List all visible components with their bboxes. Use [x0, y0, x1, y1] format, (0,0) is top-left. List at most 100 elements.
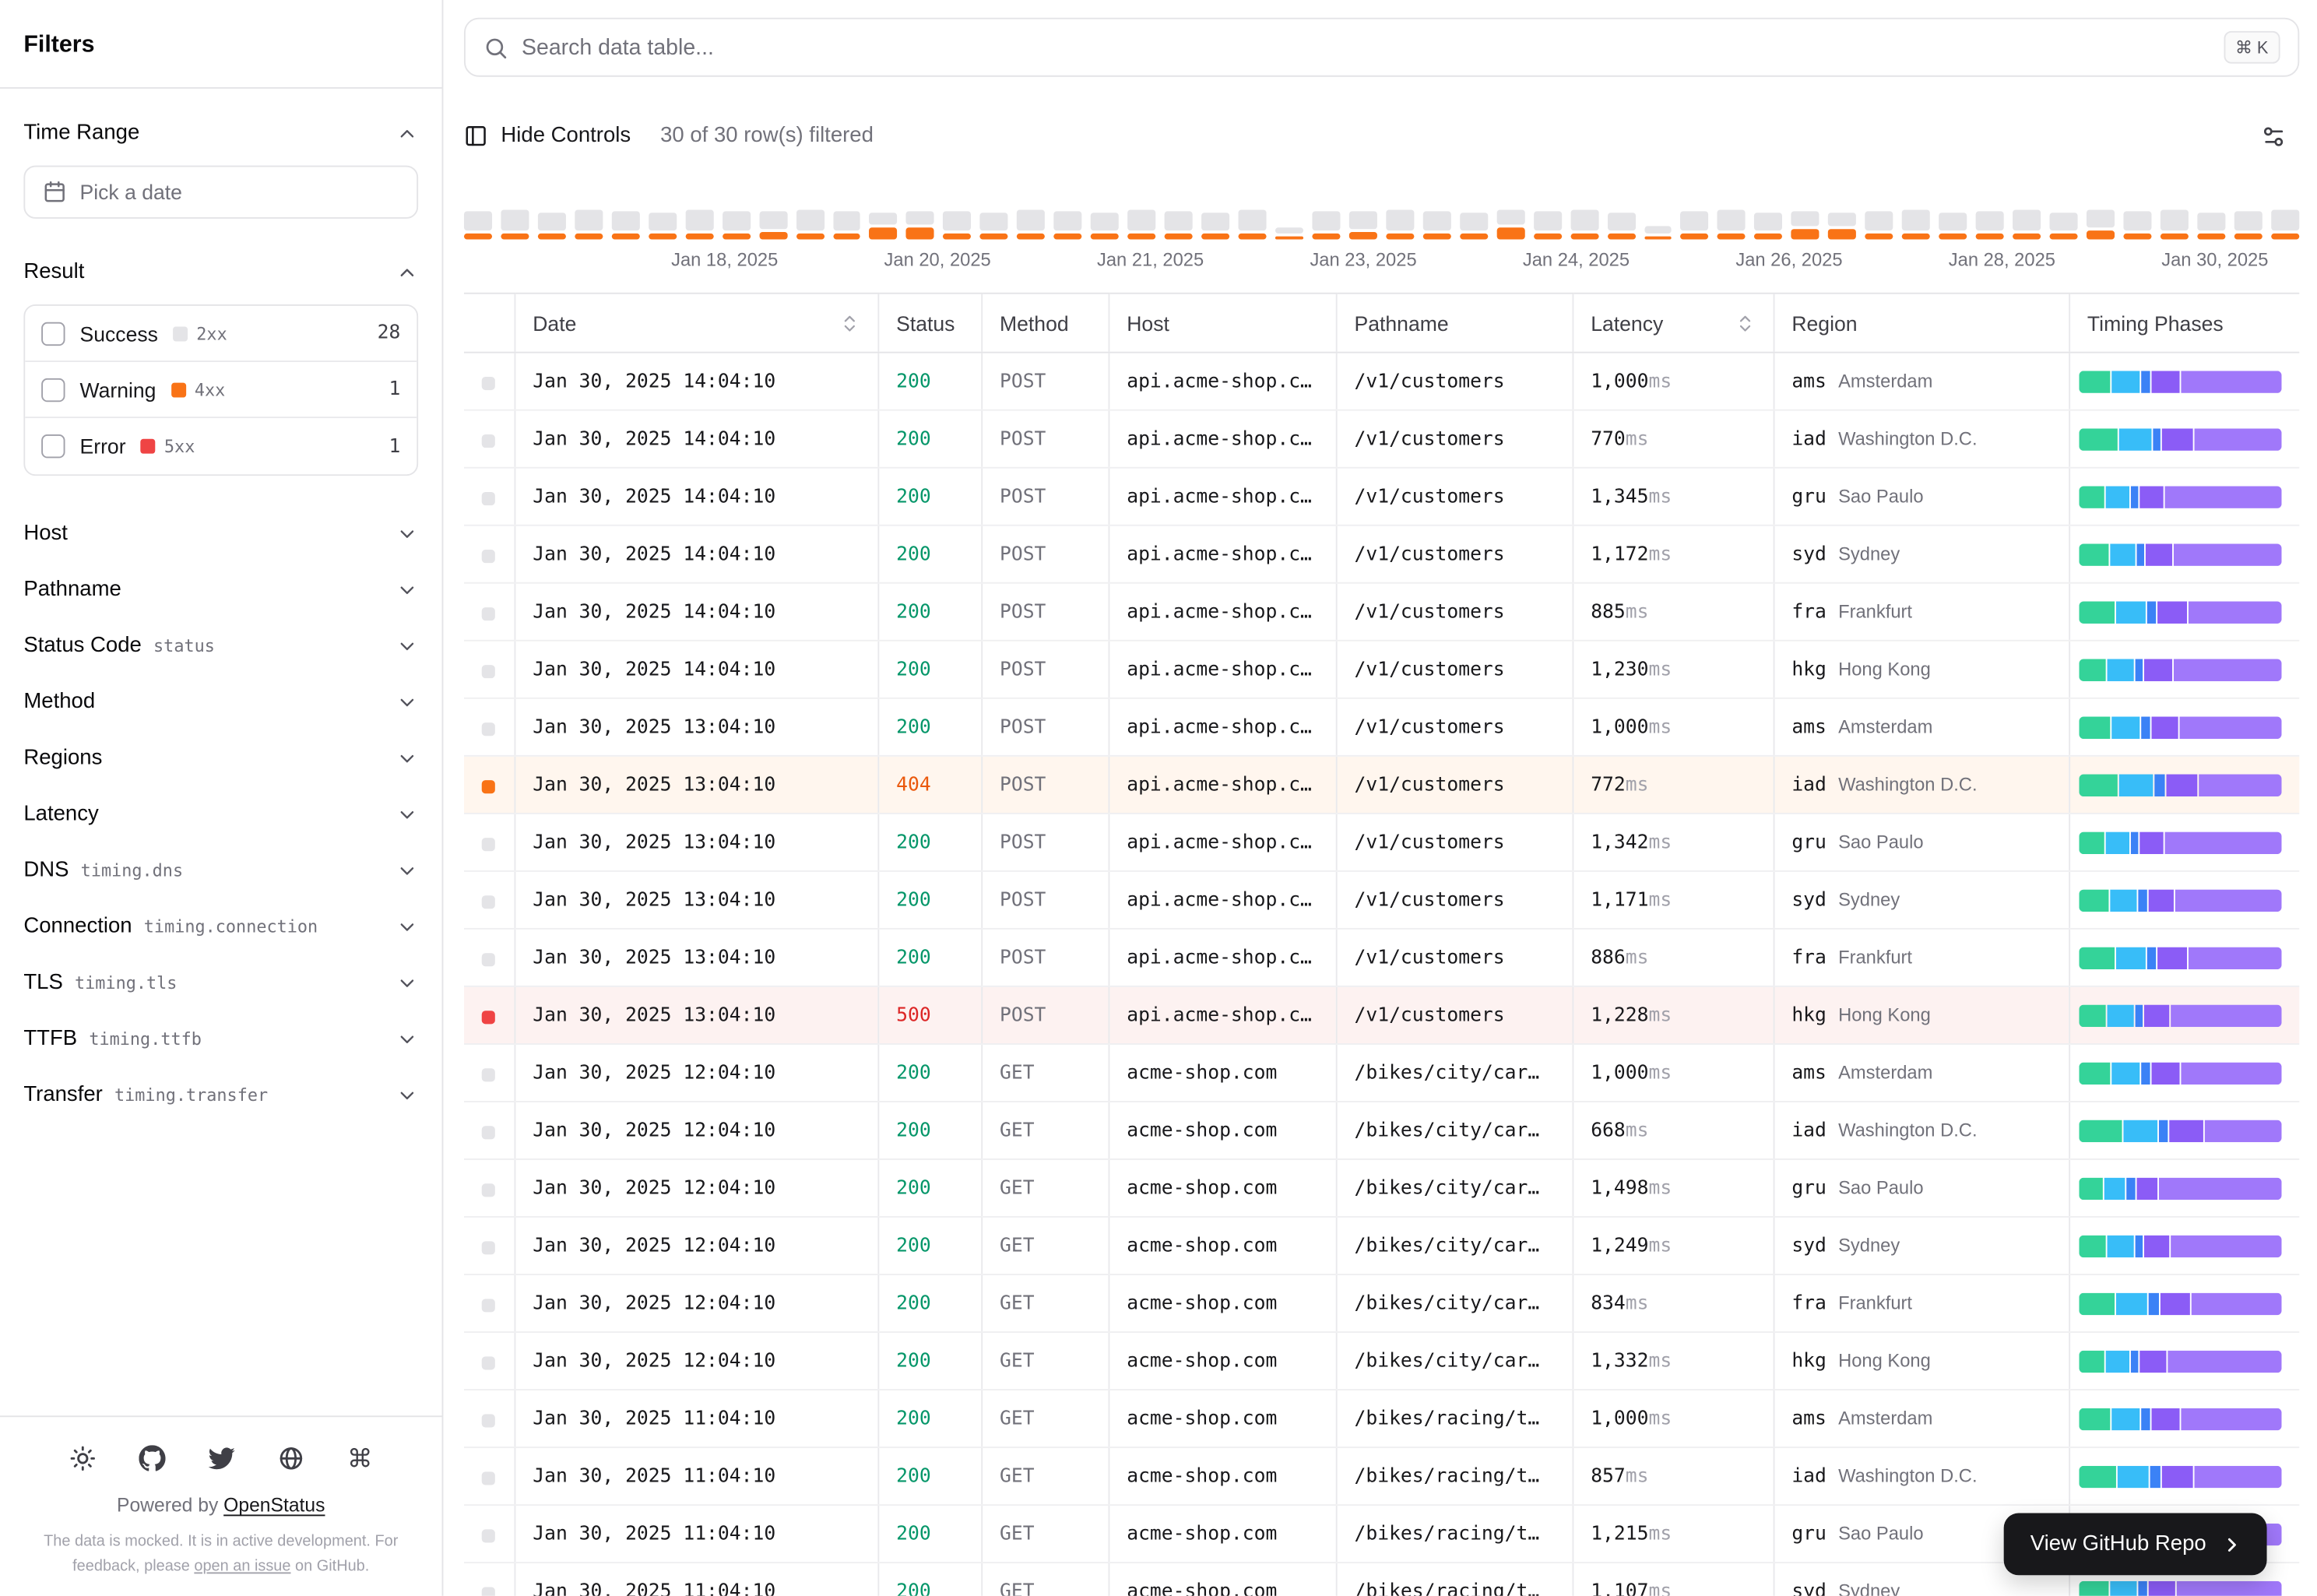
table-row[interactable]: Jan 30, 2025 14:04:10 200 POST api.acme-sho…	[463, 410, 2300, 469]
timeline-bar[interactable]	[1385, 209, 1414, 240]
open-issue-link[interactable]: open an issue	[194, 1557, 290, 1575]
timeline-bar[interactable]	[1275, 227, 1303, 240]
timeline-bar[interactable]	[1533, 211, 1562, 240]
table-row[interactable]: Jan 30, 2025 11:04:10 200 GET acme-shop.com…	[463, 1390, 2300, 1449]
timeline-bar[interactable]	[796, 209, 824, 240]
timeline-bar[interactable]	[1238, 209, 1267, 240]
filter-section-host[interactable]: Host	[23, 505, 418, 561]
filter-section-pathname[interactable]: Pathname	[23, 561, 418, 617]
table-row[interactable]: Jan 30, 2025 13:04:10 200 POST api.acme-sho…	[463, 698, 2300, 757]
timeline-bar[interactable]	[1017, 209, 1046, 240]
table-row[interactable]: Jan 30, 2025 12:04:10 200 GET acme-shop.com…	[463, 1158, 2300, 1218]
timeline-bar[interactable]	[1164, 211, 1193, 240]
filter-section-connection[interactable]: Connection timing.connection	[23, 898, 418, 954]
openstatus-link[interactable]: OpenStatus	[223, 1495, 325, 1517]
result-option-success[interactable]: Success 2xx 28	[25, 305, 417, 363]
timeline-bar[interactable]	[2123, 211, 2152, 240]
filter-section-method[interactable]: Method	[23, 673, 418, 729]
timeline-bar[interactable]	[1754, 213, 1783, 240]
column-header-status[interactable]: Status	[877, 292, 982, 353]
table-row[interactable]: Jan 30, 2025 13:04:10 404 POST api.acme-sho…	[463, 755, 2300, 814]
timeline-bar[interactable]	[575, 209, 603, 240]
timeline-bar[interactable]	[980, 213, 1008, 240]
sort-icon[interactable]	[1734, 312, 1755, 333]
timeline-bar[interactable]	[1680, 211, 1709, 240]
timeline-bar[interactable]	[1939, 213, 1967, 240]
filter-section-tls[interactable]: TLS timing.tls	[23, 954, 418, 1011]
table-row[interactable]: Jan 30, 2025 12:04:10 200 GET acme-shop.com…	[463, 1332, 2300, 1391]
filter-section-latency[interactable]: Latency	[23, 786, 418, 842]
checkbox[interactable]	[41, 321, 65, 346]
timeline-bar[interactable]	[2196, 213, 2225, 240]
timeline-bar[interactable]	[2234, 211, 2263, 240]
result-option-warning[interactable]: Warning 4xx 1	[25, 362, 417, 419]
timeline-bar[interactable]	[1607, 213, 1636, 240]
timeline-bar[interactable]	[2049, 213, 2078, 240]
table-row[interactable]: Jan 30, 2025 14:04:10 200 POST api.acme-sho…	[463, 640, 2300, 699]
table-row[interactable]: Jan 30, 2025 12:04:10 200 GET acme-shop.com…	[463, 1274, 2300, 1333]
hide-controls-button[interactable]: Hide Controls	[464, 124, 631, 148]
table-row[interactable]: Jan 30, 2025 13:04:10 200 POST api.acme-sho…	[463, 928, 2300, 987]
timeline-bar[interactable]	[1902, 209, 1931, 240]
timeline-bar[interactable]	[758, 211, 787, 240]
timeline-bar[interactable]	[2270, 209, 2299, 240]
filter-section-result[interactable]: Result	[23, 242, 418, 301]
search-input[interactable]	[521, 34, 2210, 60]
timeline-bar[interactable]	[1496, 209, 1525, 240]
column-header-pathname[interactable]: Pathname	[1334, 292, 1573, 353]
table-row[interactable]: Jan 30, 2025 13:04:10 500 POST api.acme-sho…	[463, 986, 2300, 1045]
table-row[interactable]: Jan 30, 2025 11:04:10 200 GET acme-shop.com…	[463, 1447, 2300, 1506]
timeline-bar[interactable]	[611, 211, 640, 240]
timeline-bar[interactable]	[2013, 209, 2041, 240]
timeline-bar[interactable]	[1201, 213, 1230, 240]
timeline-bar[interactable]	[943, 211, 972, 240]
timeline-bar[interactable]	[2160, 209, 2189, 240]
table-row[interactable]: Jan 30, 2025 14:04:10 200 POST api.acme-sho…	[463, 352, 2300, 411]
table-row[interactable]: Jan 30, 2025 12:04:10 200 GET acme-shop.com…	[463, 1217, 2300, 1275]
timeline-bar[interactable]	[722, 211, 751, 240]
table-row[interactable]: Jan 30, 2025 12:04:10 200 GET acme-shop.com…	[463, 1043, 2300, 1102]
filter-section-transfer[interactable]: Transfer timing.transfer	[23, 1067, 418, 1123]
globe-icon[interactable]	[276, 1444, 305, 1474]
column-header-region[interactable]: Region	[1772, 292, 2069, 353]
filter-section-status-code[interactable]: Status Code status	[23, 617, 418, 673]
column-header-timing-phases[interactable]: Timing Phases	[2068, 292, 2300, 353]
github-icon[interactable]	[137, 1444, 167, 1474]
timeline-bar[interactable]	[1828, 213, 1857, 240]
timeline-bar[interactable]	[832, 211, 861, 240]
timeline-bar[interactable]	[1570, 209, 1598, 240]
theme-icon[interactable]	[67, 1444, 97, 1474]
timeline-bar[interactable]	[1459, 213, 1488, 240]
column-header-date[interactable]: Date	[513, 292, 878, 353]
timeline-bar[interactable]	[869, 213, 898, 240]
filter-section-ttfb[interactable]: TTFB timing.ttfb	[23, 1011, 418, 1067]
command-icon[interactable]: ⌘	[345, 1444, 374, 1474]
timeline-bar[interactable]	[685, 209, 714, 240]
timeline-bar[interactable]	[1422, 211, 1451, 240]
timeline-bar[interactable]	[1091, 213, 1120, 240]
sort-icon[interactable]	[839, 312, 860, 333]
timeline-bar[interactable]	[648, 213, 677, 240]
column-header-method[interactable]: Method	[980, 292, 1109, 353]
filter-section-regions[interactable]: Regions	[23, 730, 418, 786]
twitter-icon[interactable]	[206, 1444, 236, 1474]
timeline-bar[interactable]	[1348, 211, 1377, 240]
view-options-button[interactable]	[2246, 109, 2299, 162]
timeline-bar[interactable]	[2086, 209, 2115, 240]
timeline-bar[interactable]	[1865, 211, 1893, 240]
timeline-bar[interactable]	[1312, 211, 1341, 240]
timeline-bar[interactable]	[463, 211, 492, 240]
filter-section-dns[interactable]: DNS timing.dns	[23, 842, 418, 898]
table-row[interactable]: Jan 30, 2025 14:04:10 200 POST api.acme-sho…	[463, 525, 2300, 584]
column-header-host[interactable]: Host	[1107, 292, 1336, 353]
timeline-bar[interactable]	[537, 213, 566, 240]
table-row[interactable]: Jan 30, 2025 13:04:10 200 POST api.acme-sho…	[463, 813, 2300, 872]
view-github-repo-button[interactable]: View GitHub Repo	[2003, 1513, 2267, 1576]
checkbox[interactable]	[41, 434, 65, 459]
timeline-bar[interactable]	[1644, 226, 1672, 240]
filter-section-time-range[interactable]: Time Range	[23, 104, 418, 163]
result-option-error[interactable]: Error 5xx 1	[25, 418, 417, 475]
timeline-bar[interactable]	[906, 211, 935, 240]
timeline-bar[interactable]	[1127, 209, 1156, 240]
timeline-bar[interactable]	[1791, 211, 1819, 240]
